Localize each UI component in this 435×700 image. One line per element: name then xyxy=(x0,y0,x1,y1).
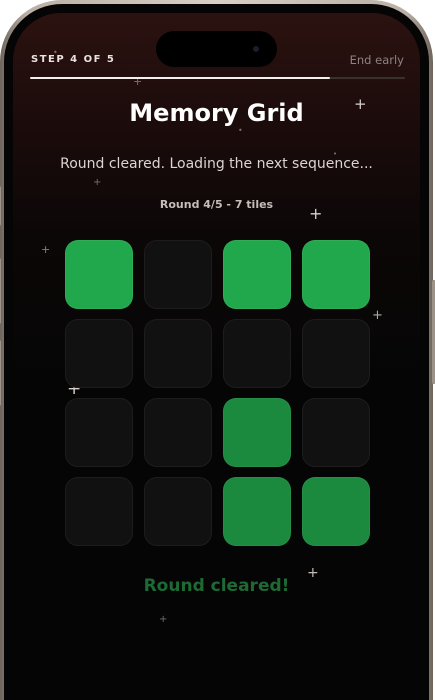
grid-tile[interactable] xyxy=(65,477,133,546)
page-title: Memory Grid xyxy=(129,99,304,127)
step-indicator: STEP 4 OF 5 xyxy=(31,54,116,65)
app-screen: + + + + + + + + + + • • • • • • STEP 4 O… xyxy=(13,13,420,700)
end-early-button[interactable]: End early xyxy=(350,53,404,67)
grid-tile[interactable] xyxy=(223,477,291,546)
step-progress-fill xyxy=(30,77,330,79)
grid-tile[interactable] xyxy=(302,240,370,309)
grid-tile[interactable] xyxy=(65,319,133,388)
grid-tile[interactable] xyxy=(302,477,370,546)
round-result-message: Round cleared! xyxy=(143,576,290,596)
grid-tile[interactable] xyxy=(223,240,291,309)
grid-tile[interactable] xyxy=(65,398,133,467)
volume-down-button xyxy=(0,340,1,406)
action-button xyxy=(0,186,1,226)
grid-tile[interactable] xyxy=(223,398,291,467)
volume-up-button xyxy=(0,258,1,324)
memory-grid xyxy=(65,240,371,547)
grid-tile[interactable] xyxy=(144,319,212,388)
grid-tile[interactable] xyxy=(223,319,291,388)
grid-tile[interactable] xyxy=(302,319,370,388)
sparkle-icon: + xyxy=(41,243,51,256)
front-camera-icon xyxy=(253,46,259,52)
screenshot: + + + + + + + + + + • • • • • • STEP 4 O… xyxy=(0,0,435,700)
sparkle-icon: + xyxy=(372,308,383,323)
sparkle-icon: + xyxy=(93,177,102,188)
dynamic-island xyxy=(156,31,277,67)
grid-tile[interactable] xyxy=(144,398,212,467)
status-message: Round cleared. Loading the next sequence… xyxy=(60,156,373,172)
grid-tile[interactable] xyxy=(302,398,370,467)
sparkle-icon: • xyxy=(238,126,243,135)
grid-tile[interactable] xyxy=(144,477,212,546)
grid-tile[interactable] xyxy=(144,240,212,309)
round-info: Round 4/5 - 7 tiles xyxy=(159,198,274,211)
step-progress-bar xyxy=(30,77,405,79)
grid-tile[interactable] xyxy=(65,240,133,309)
sparkle-icon: + xyxy=(159,614,168,625)
